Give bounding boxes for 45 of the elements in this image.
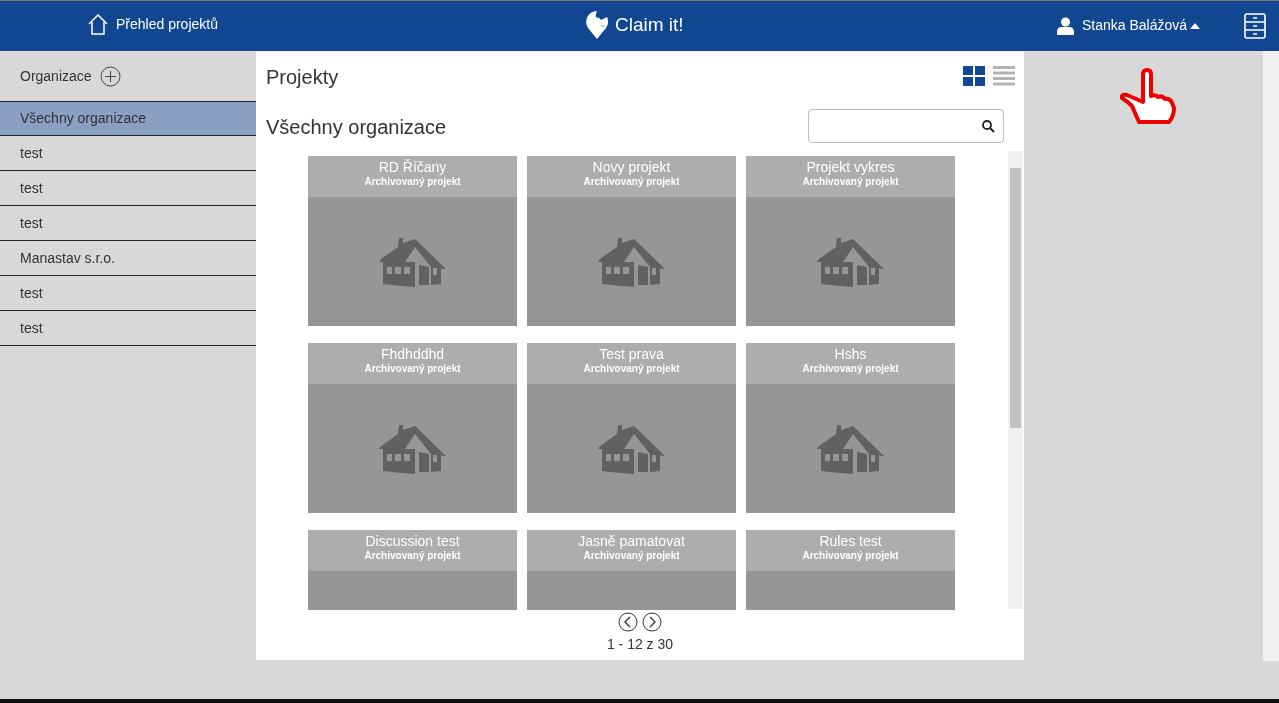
grid-view-button[interactable]: [963, 66, 985, 86]
project-status: Archivovaný projekt: [801, 362, 900, 376]
house-icon: [816, 423, 885, 474]
project-name: Test prava: [598, 346, 665, 362]
project-status: Archivovaný projekt: [363, 362, 462, 376]
home-link[interactable]: Přehled projektů: [88, 14, 218, 35]
house-icon: [597, 423, 666, 474]
caret-icon: [1190, 22, 1201, 29]
project-status: Archivovaný projekt: [582, 362, 681, 376]
project-name: Rules test: [818, 533, 883, 549]
add-icon[interactable]: [99, 65, 121, 87]
brand-name: Claim it!: [615, 12, 684, 37]
project-name: RD Říčany: [377, 159, 448, 175]
house-icon: [378, 423, 447, 474]
user-menu-button[interactable]: Stanka Balážová: [1082, 15, 1201, 36]
project-status: Archivovaný projekt: [582, 549, 681, 563]
house-icon: [597, 236, 666, 287]
scrollbar[interactable]: [1008, 151, 1023, 609]
project-status: Archivovaný projekt: [582, 175, 681, 189]
project-status: Archivovaný projekt: [363, 175, 462, 189]
search-field[interactable]: [808, 109, 1004, 143]
sidebar-item[interactable]: Všechny organizace: [0, 101, 256, 136]
next-page-button[interactable]: [642, 612, 662, 632]
home-icon: [88, 14, 108, 35]
cabinet-icon[interactable]: [1244, 13, 1266, 39]
project-name: Projekt vykres: [805, 159, 896, 175]
house-icon: [816, 236, 885, 287]
project-status: Archivovaný projekt: [363, 549, 462, 563]
project-status: Archivovaný projekt: [801, 549, 900, 563]
user-icon: [1057, 16, 1074, 35]
project-name: Novy projekt: [591, 159, 672, 175]
project-status: Archivovaný projekt: [801, 175, 900, 189]
project-name: Hshs: [833, 346, 868, 362]
house-icon: [378, 236, 447, 287]
pagination-range: 1 - 12 z 30: [606, 635, 674, 654]
logo-icon: [585, 10, 609, 40]
project-name: Jasně pamatovat: [577, 533, 686, 549]
previous-page-button[interactable]: [618, 612, 638, 632]
project-name: Fhdhddhd: [379, 346, 446, 362]
page-title: Projekty: [266, 65, 339, 89]
page-scrollbar[interactable]: [1263, 51, 1279, 661]
sidebar-title: Organizace: [20, 66, 92, 86]
search-icon: [982, 119, 995, 133]
project-name: Discussion test: [364, 533, 461, 549]
section-title: Všechny organizace: [266, 115, 447, 139]
